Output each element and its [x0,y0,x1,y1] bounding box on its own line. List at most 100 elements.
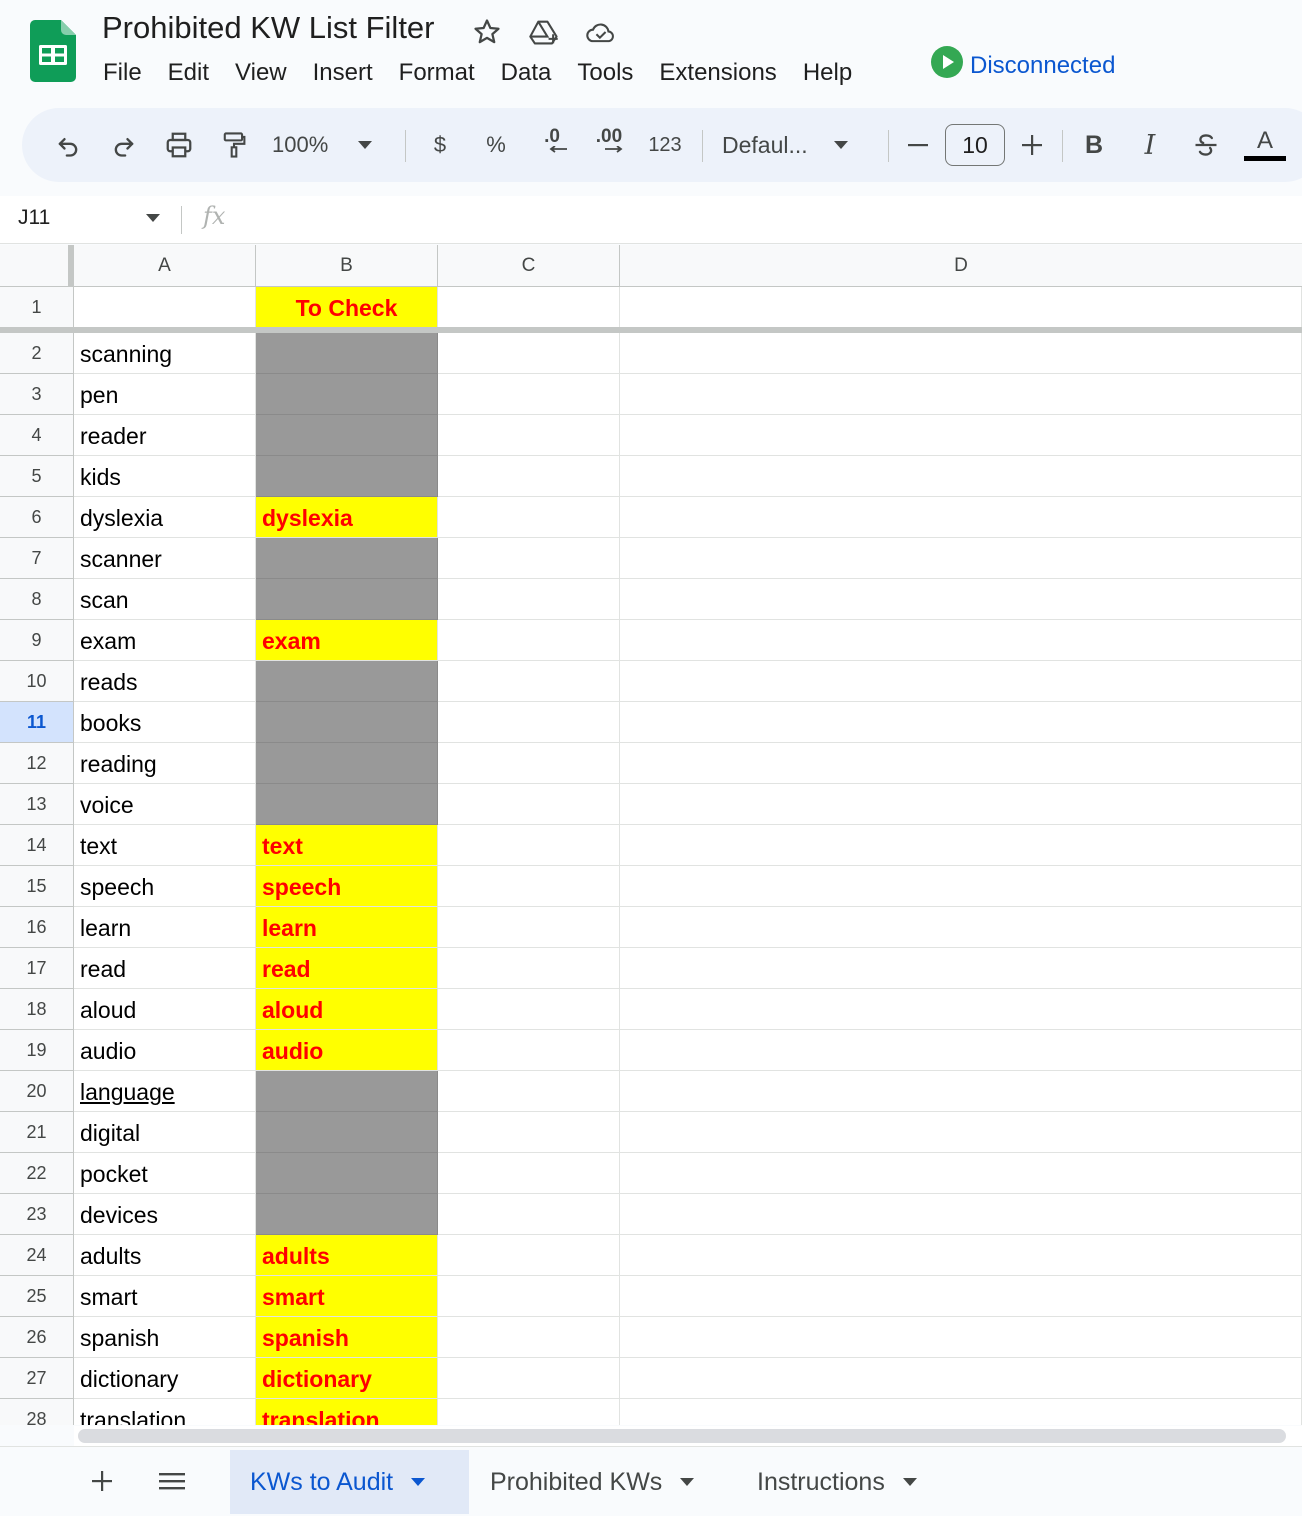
cell-c4[interactable] [438,415,620,456]
cell-a20[interactable]: language [74,1071,256,1112]
row-header[interactable]: 22 [0,1153,74,1194]
cell-d1[interactable] [620,287,1302,328]
cell-d17[interactable] [620,948,1302,989]
cell-a4[interactable]: reader [74,415,256,456]
cell-c16[interactable] [438,907,620,948]
cell-c18[interactable] [438,989,620,1030]
cell-d5[interactable] [620,456,1302,497]
cell-d6[interactable] [620,497,1302,538]
column-header-d[interactable]: D [620,245,1302,287]
cell-c27[interactable] [438,1358,620,1399]
strikethrough-button[interactable] [1186,108,1226,182]
cell-d14[interactable] [620,825,1302,866]
star-icon[interactable] [471,16,503,48]
scrollbar-thumb[interactable] [78,1429,1286,1443]
cell-d3[interactable] [620,374,1302,415]
cell-c8[interactable] [438,579,620,620]
column-header-c[interactable]: C [438,245,620,287]
cell-c15[interactable] [438,866,620,907]
cell-c22[interactable] [438,1153,620,1194]
cell-c12[interactable] [438,743,620,784]
menu-view[interactable]: View [222,59,300,87]
column-header-a[interactable]: A [74,245,256,287]
move-to-drive-icon[interactable] [528,16,560,48]
row-header[interactable]: 14 [0,825,74,866]
cell-b22[interactable] [256,1153,438,1194]
row-header[interactable]: 4 [0,415,74,456]
cell-d16[interactable] [620,907,1302,948]
cell-c24[interactable] [438,1235,620,1276]
cell-d24[interactable] [620,1235,1302,1276]
cell-b4[interactable] [256,415,438,456]
row-header[interactable]: 27 [0,1358,74,1399]
name-box[interactable]: J11 [18,206,50,230]
menu-edit[interactable]: Edit [155,59,222,87]
row-header[interactable]: 25 [0,1276,74,1317]
chevron-down-icon[interactable] [680,1478,695,1486]
chevron-down-icon[interactable] [146,214,160,222]
cell-a18[interactable]: aloud [74,989,256,1030]
paint-format-button[interactable] [214,108,254,182]
cell-c1[interactable] [438,287,620,328]
cell-d12[interactable] [620,743,1302,784]
cell-a1[interactable] [74,287,256,328]
row-header[interactable]: 21 [0,1112,74,1153]
cell-b18[interactable]: aloud [256,989,438,1030]
cell-d4[interactable] [620,415,1302,456]
percent-format-button[interactable]: % [476,108,516,182]
row-header[interactable]: 7 [0,538,74,579]
cell-b12[interactable] [256,743,438,784]
zoom-select[interactable]: 100% [272,108,392,182]
cell-a22[interactable]: pocket [74,1153,256,1194]
cell-c13[interactable] [438,784,620,825]
row-header[interactable]: 28 [0,1399,74,1425]
row-header[interactable]: 6 [0,497,74,538]
row-header[interactable]: 8 [0,579,74,620]
cell-a16[interactable]: learn [74,907,256,948]
cell-d19[interactable] [620,1030,1302,1071]
cell-b8[interactable] [256,579,438,620]
cell-d10[interactable] [620,661,1302,702]
formula-input[interactable] [250,202,1290,238]
cell-b11[interactable] [256,702,438,743]
document-title[interactable]: Prohibited KW List Filter [102,10,435,46]
cell-a14[interactable]: text [74,825,256,866]
font-size-input[interactable]: 10 [945,124,1005,166]
cell-b2[interactable] [256,333,438,374]
cell-c25[interactable] [438,1276,620,1317]
cell-c7[interactable] [438,538,620,579]
currency-format-button[interactable]: $ [420,108,460,182]
cell-b1[interactable]: To Check [256,287,438,328]
increase-decimal-button[interactable]: .00 [584,108,634,182]
cell-d7[interactable] [620,538,1302,579]
select-all-corner[interactable] [0,245,74,287]
cell-a25[interactable]: smart [74,1276,256,1317]
cell-d8[interactable] [620,579,1302,620]
cell-d27[interactable] [620,1358,1302,1399]
cell-c3[interactable] [438,374,620,415]
cell-c19[interactable] [438,1030,620,1071]
cell-b14[interactable]: text [256,825,438,866]
connection-status[interactable]: Disconnected [930,44,1115,80]
cell-b13[interactable] [256,784,438,825]
cell-a26[interactable]: spanish [74,1317,256,1358]
row-header[interactable]: 10 [0,661,74,702]
cell-d25[interactable] [620,1276,1302,1317]
sheet-tab-instructions[interactable]: Instructions [737,1450,937,1514]
cell-a23[interactable]: devices [74,1194,256,1235]
cell-b9[interactable]: exam [256,620,438,661]
cell-b23[interactable] [256,1194,438,1235]
cell-a8[interactable]: scan [74,579,256,620]
cell-a13[interactable]: voice [74,784,256,825]
cell-c26[interactable] [438,1317,620,1358]
cell-c20[interactable] [438,1071,620,1112]
font-family-select[interactable]: Defaul... [722,108,872,182]
cell-d22[interactable] [620,1153,1302,1194]
menu-help[interactable]: Help [790,59,865,87]
row-header[interactable]: 9 [0,620,74,661]
menu-tools[interactable]: Tools [564,59,646,87]
menu-data[interactable]: Data [488,59,565,87]
cell-c14[interactable] [438,825,620,866]
cell-b24[interactable]: adults [256,1235,438,1276]
cell-c17[interactable] [438,948,620,989]
